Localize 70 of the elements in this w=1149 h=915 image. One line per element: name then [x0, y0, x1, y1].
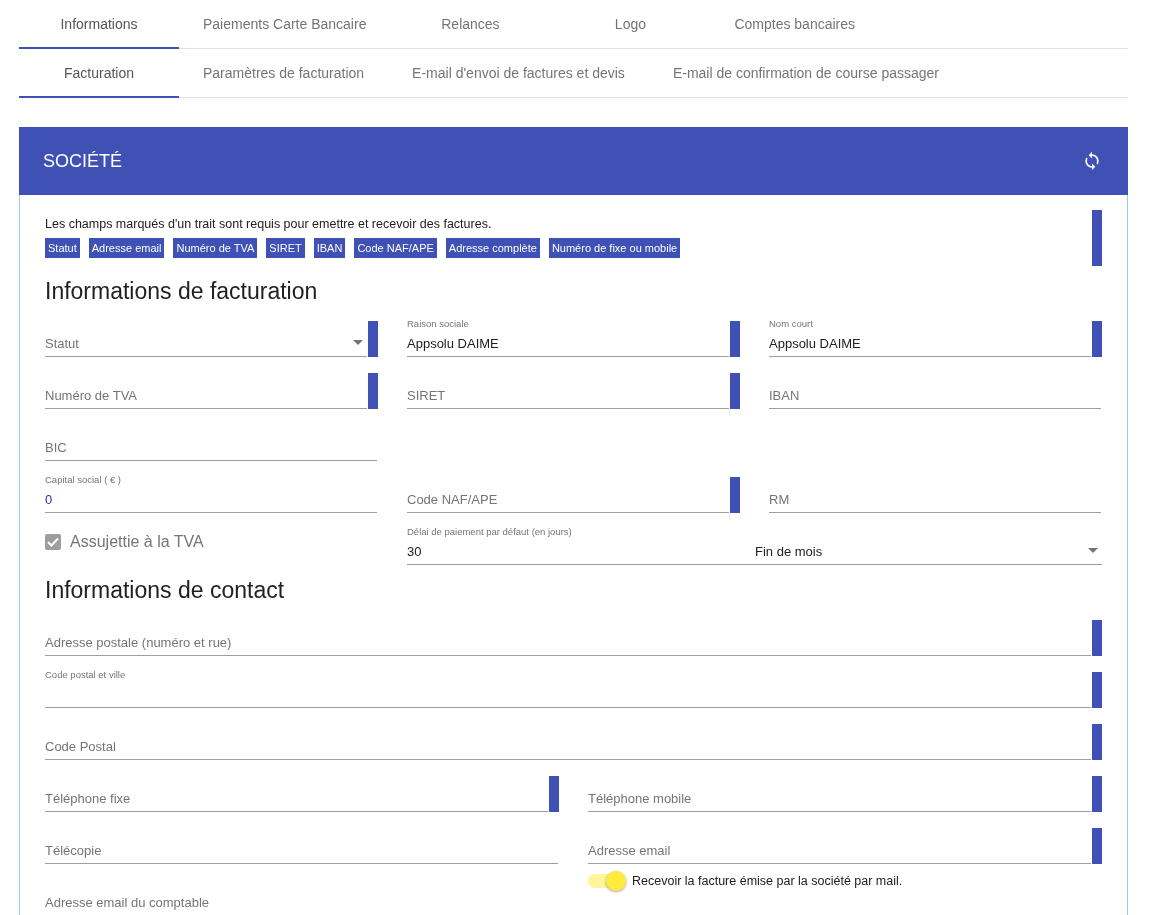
tab[interactable]: Paiements Carte Bancaire — [179, 0, 391, 49]
field-value: Appsolu DAIME — [407, 336, 499, 351]
text-field[interactable]: Téléphone fixe — [45, 776, 548, 812]
tab[interactable]: Comptes bancaires — [710, 0, 880, 49]
section-title: Informations de facturation — [45, 278, 319, 305]
field-label: BIC — [45, 440, 67, 455]
text-field[interactable]: RM — [769, 477, 1101, 513]
required-field-tag: IBAN — [313, 238, 346, 258]
dropdown-caret-icon — [1088, 548, 1098, 553]
required-field-tag: Code NAF/APE — [354, 238, 437, 258]
field-value: 0 — [45, 492, 53, 507]
field-label: Numéro de TVA — [45, 388, 137, 403]
field-label: Adresse email du comptable — [45, 895, 210, 910]
field-label: Délai de paiement par défaut (en jours) — [407, 526, 572, 537]
text-field[interactable]: Raison sociale Appsolu DAIME — [407, 321, 729, 357]
field-label: Code Postal — [45, 739, 116, 754]
text-field[interactable]: IBAN — [769, 373, 1101, 409]
refresh-icon[interactable] — [1082, 151, 1102, 171]
required-field-tag: Numéro de TVA — [173, 238, 258, 258]
field-label: Télécopie — [45, 843, 102, 858]
required-marker — [1092, 210, 1102, 266]
tab[interactable]: Relances — [390, 0, 551, 49]
field-label: Statut — [45, 336, 79, 351]
text-field[interactable]: Code Postal — [45, 724, 1091, 760]
required-field-tag: Numéro de fixe ou mobile — [548, 238, 681, 258]
text-field[interactable]: Télécopie — [45, 828, 558, 864]
delay-input[interactable]: 30 — [407, 544, 755, 559]
text-field[interactable]: Adresse email — [588, 828, 1091, 864]
field-label: SIRET — [407, 388, 446, 403]
text-field[interactable]: Code postal et ville — [45, 672, 1091, 708]
required-field-tag: Adresse email — [88, 238, 165, 258]
text-field[interactable]: Adresse postale (numéro et rue) — [45, 620, 1091, 656]
field-label: RM — [769, 492, 790, 507]
field-label: Capital social ( € ) — [45, 474, 122, 485]
checkbox-label: Assujettie à la TVA — [70, 533, 204, 551]
text-field[interactable]: Nom court Appsolu DAIME — [769, 321, 1091, 357]
text-field[interactable]: BIC — [45, 425, 377, 461]
text-field[interactable]: Adresse email du comptable — [45, 880, 558, 915]
field-label: Nom court — [769, 318, 813, 329]
field-label: Raison sociale — [407, 318, 469, 329]
text-field[interactable]: Numéro de TVA — [45, 373, 367, 409]
section-title: Informations de contact — [45, 577, 286, 604]
text-field[interactable]: Téléphone mobile — [588, 776, 1091, 812]
tab[interactable]: Facturation — [19, 49, 179, 98]
tab[interactable]: Logo — [550, 0, 711, 49]
tab[interactable]: E-mail d'envoi de factures et devis — [388, 49, 649, 98]
text-field[interactable]: Code NAF/APE — [407, 477, 729, 513]
tab[interactable]: Paramètres de facturation — [179, 49, 389, 98]
field-label: Téléphone fixe — [45, 791, 131, 806]
required-field-tag: SIRET — [266, 238, 305, 258]
card-title: SOCIÉTÉ — [43, 150, 122, 172]
toggle-switch[interactable] — [588, 874, 624, 888]
period-select[interactable]: Fin de mois — [755, 544, 1102, 559]
field-label: Adresse email — [588, 843, 671, 858]
field-label: Adresse postale (numéro et rue) — [45, 635, 232, 650]
tab[interactable]: Informations — [19, 0, 179, 49]
toggle-label: Recevoir la facture émise par la société par mail. — [632, 874, 903, 888]
field-value: Appsolu DAIME — [769, 336, 861, 351]
field-label: Code NAF/APE — [407, 492, 498, 507]
field-label: IBAN — [769, 388, 800, 403]
required-field-tag: Statut — [45, 238, 80, 258]
text-field[interactable]: Capital social ( € ) 0 — [45, 477, 377, 513]
dropdown-caret-icon — [353, 340, 363, 345]
field-label: Téléphone mobile — [588, 791, 692, 806]
text-field[interactable]: SIRET — [407, 373, 729, 409]
required-field-tag: Adresse complète — [445, 238, 540, 258]
field-label: Code postal et ville — [45, 669, 126, 680]
required-fields-notice: Les champs marqués d'un trait sont requis pour emettre et recevoir des factures. — [45, 217, 493, 231]
tab[interactable]: E-mail de confirmation de course passager — [648, 49, 963, 98]
select-field[interactable]: Statut — [45, 321, 367, 357]
